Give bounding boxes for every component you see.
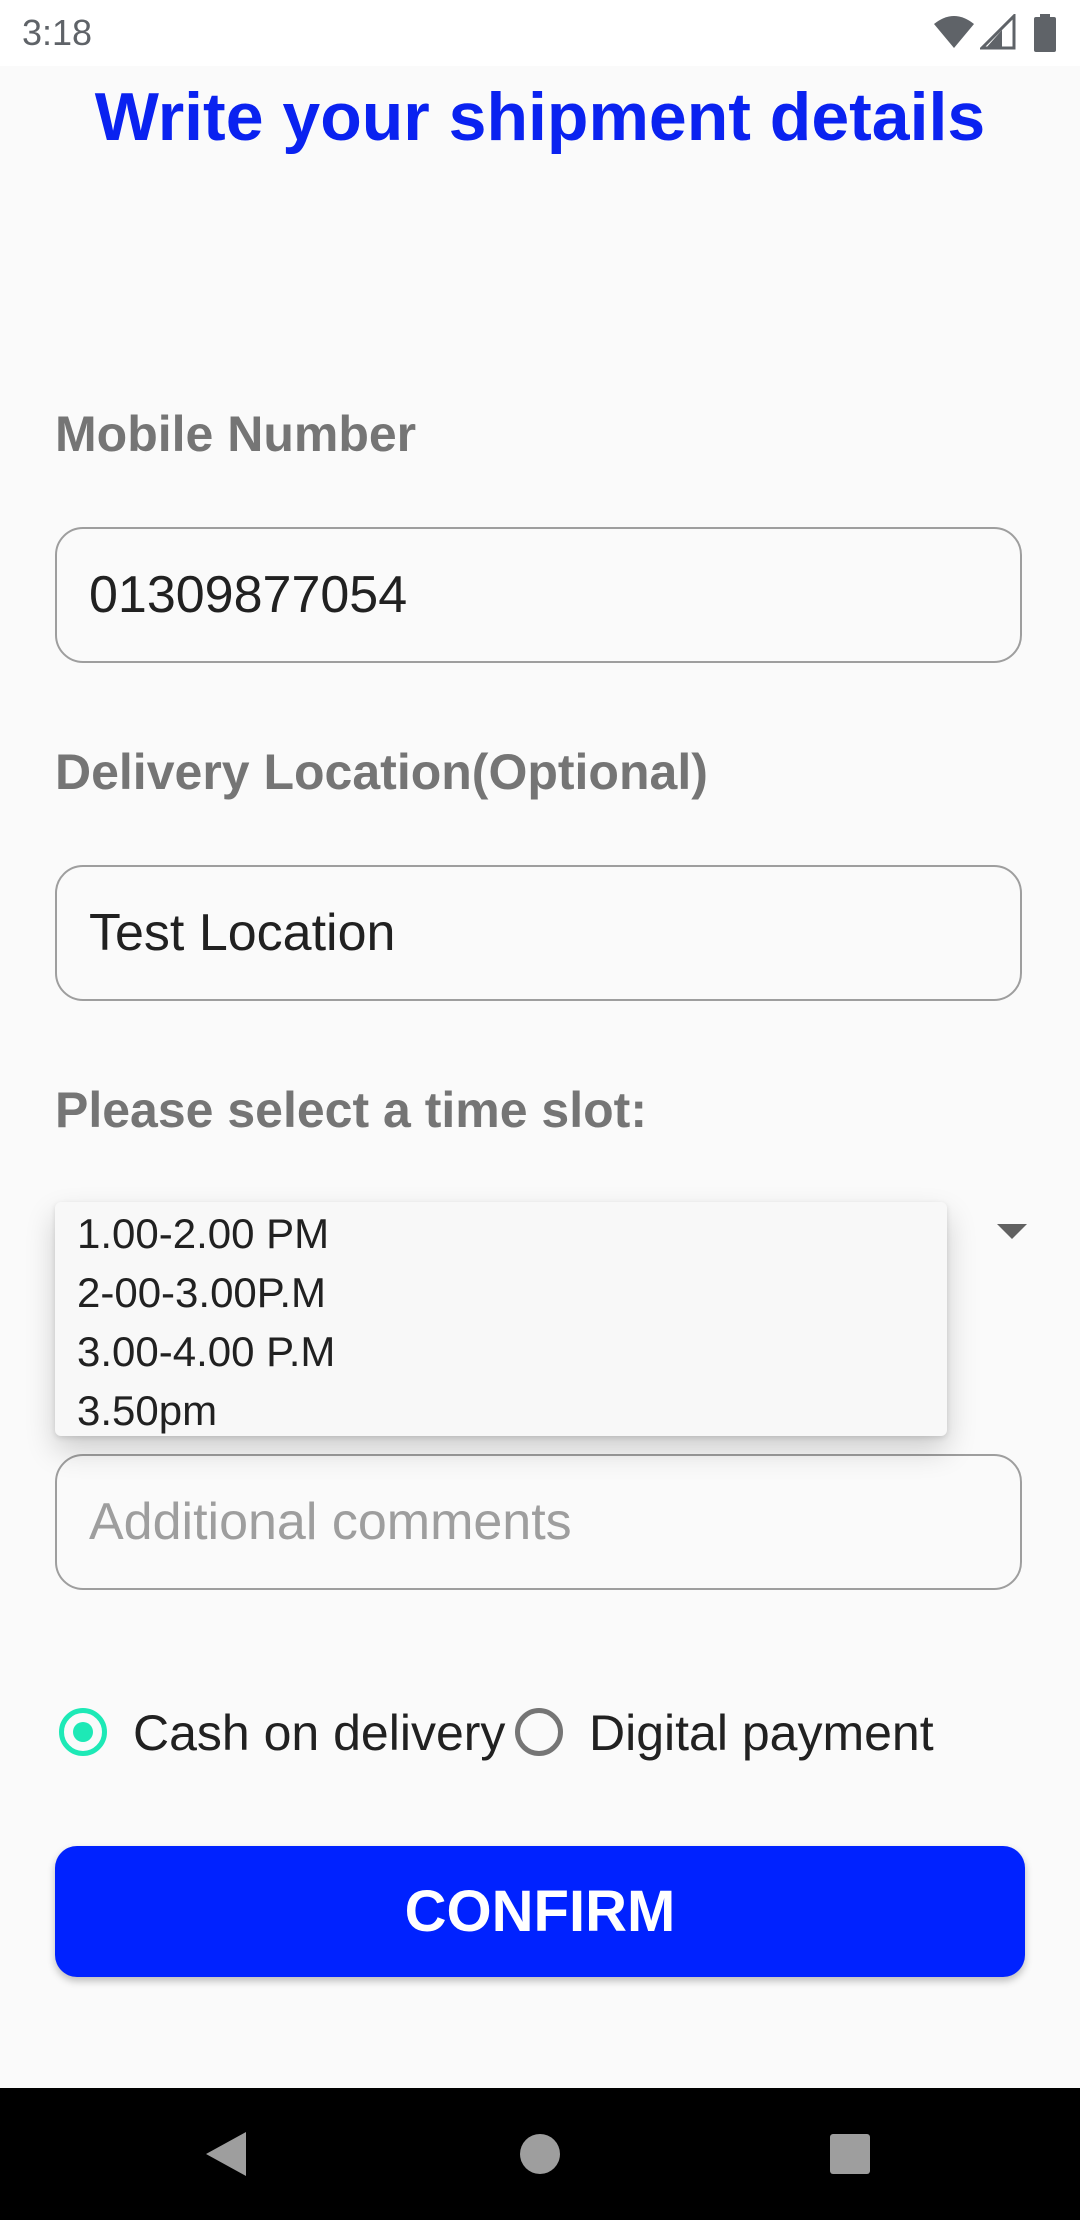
radio-checked-icon xyxy=(59,1708,107,1756)
dropdown-arrow-icon[interactable] xyxy=(997,1224,1027,1240)
mobile-number-label: Mobile Number xyxy=(55,406,417,462)
delivery-location-field[interactable]: Test Location xyxy=(55,865,1022,1001)
delivery-location-value: Test Location xyxy=(89,904,396,962)
status-icons xyxy=(932,14,1062,52)
mobile-number-field[interactable]: 01309877054 xyxy=(55,527,1022,663)
time-slot-option[interactable]: 2-00-3.00P.M xyxy=(77,1264,326,1322)
time-slot-option[interactable]: 3.50pm xyxy=(77,1382,217,1440)
time-slot-option[interactable]: 1.00-2.00 PM xyxy=(77,1205,329,1263)
radio-cash-on-delivery[interactable]: Cash on delivery xyxy=(59,1700,505,1770)
radio-digital-payment-label: Digital payment xyxy=(589,1705,934,1761)
radio-digital-payment[interactable]: Digital payment xyxy=(515,1700,955,1770)
status-time: 3:18 xyxy=(22,12,93,53)
mobile-number-value: 01309877054 xyxy=(89,566,408,624)
time-slot-option[interactable]: 3.00-4.00 P.M xyxy=(77,1323,335,1381)
delivery-location-label: Delivery Location(Optional) xyxy=(55,744,708,800)
battery-icon xyxy=(1034,14,1056,52)
confirm-button[interactable]: CONFIRM xyxy=(55,1846,1025,1977)
additional-comments-placeholder: Additional comments xyxy=(89,1493,572,1551)
wifi-icon xyxy=(934,16,974,48)
status-bar: 3:18 xyxy=(0,0,1080,66)
time-slot-dropdown-menu: 1.00-2.00 PM 2-00-3.00P.M 3.00-4.00 P.M … xyxy=(55,1202,947,1436)
time-slot-label: Please select a time slot: xyxy=(55,1082,647,1138)
back-icon[interactable] xyxy=(204,2130,248,2178)
signal-icon xyxy=(980,14,1016,50)
navigation-bar xyxy=(0,2088,1080,2220)
radio-unchecked-icon xyxy=(515,1708,563,1756)
home-icon[interactable] xyxy=(519,2133,561,2175)
recents-icon[interactable] xyxy=(829,2133,871,2175)
radio-cash-on-delivery-label: Cash on delivery xyxy=(133,1705,506,1761)
page-title: Write your shipment details xyxy=(94,79,986,155)
additional-comments-field[interactable]: Additional comments xyxy=(55,1454,1022,1590)
